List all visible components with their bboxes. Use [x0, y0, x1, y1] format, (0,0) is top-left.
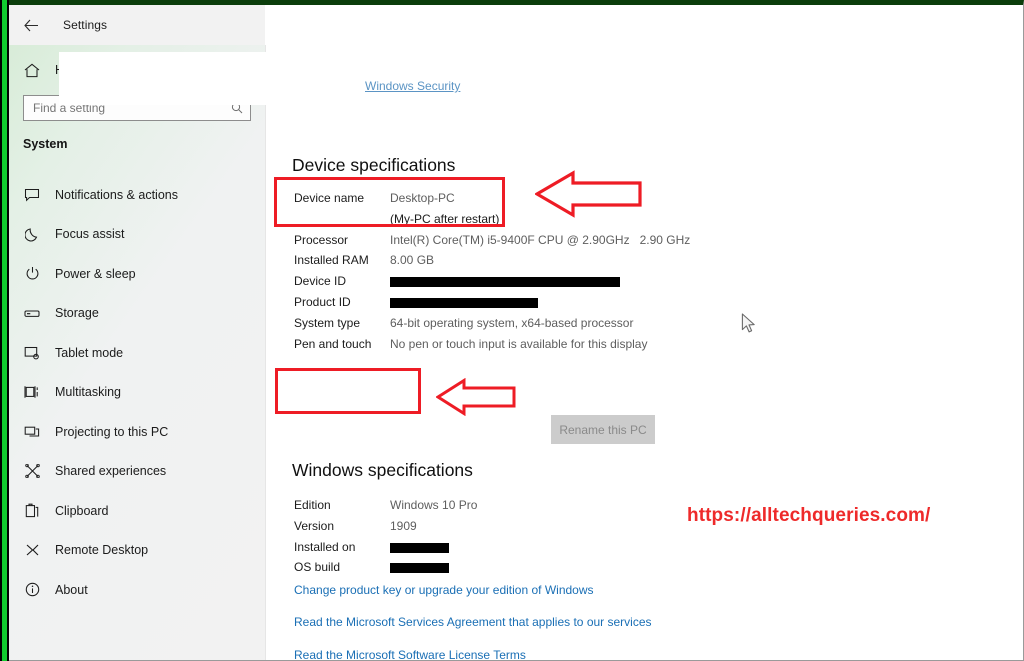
- windows-specifications-table: Edition Windows 10 Pro Version 1909 Inst…: [294, 498, 477, 581]
- highlight-box-rename-button: [275, 368, 421, 414]
- redaction-bar: [390, 563, 449, 574]
- software-license-terms-link[interactable]: Read the Microsoft Software License Term…: [294, 648, 526, 660]
- annotation-arrow-device-name: [535, 170, 642, 218]
- sidebar-item-focus-assist[interactable]: Focus assist: [9, 215, 265, 255]
- table-row: Installed on: [294, 540, 477, 561]
- screenshot-frame-green-edge: [0, 0, 9, 661]
- sidebar-item-projecting[interactable]: Projecting to this PC: [9, 412, 265, 452]
- sidebar-item-label: Notifications & actions: [55, 187, 178, 202]
- notification-icon: [9, 188, 55, 202]
- share-icon: [9, 464, 55, 479]
- change-product-key-link[interactable]: Change product key or upgrade your editi…: [294, 583, 594, 597]
- back-arrow-icon: [23, 19, 38, 31]
- spec-key: System type: [294, 315, 361, 330]
- sidebar-item-label: Tablet mode: [55, 345, 124, 360]
- table-row: Installed RAM 8.00 GB: [294, 253, 690, 274]
- remote-desktop-icon: [9, 543, 55, 557]
- table-row: Pen and touch No pen or touch input is a…: [294, 337, 690, 358]
- mouse-cursor: [741, 313, 755, 333]
- sidebar-item-storage[interactable]: Storage: [9, 294, 265, 334]
- sidebar-item-remote-desktop[interactable]: Remote Desktop: [9, 531, 265, 571]
- spec-key: Pen and touch: [294, 336, 372, 351]
- table-row: Processor Intel(R) Core(TM) i5-9400F CPU…: [294, 233, 690, 254]
- sidebar-item-label: Clipboard: [55, 503, 109, 518]
- titlebar-filler: [265, 5, 1023, 45]
- sidebar-item-label: About: [55, 582, 88, 597]
- spec-key: Installed on: [294, 539, 356, 554]
- sidebar-item-shared-experiences[interactable]: Shared experiences: [9, 452, 265, 492]
- spec-key: Product ID: [294, 294, 351, 309]
- spec-value: No pen or touch input is available for t…: [390, 336, 648, 351]
- navigation-pane: Home System Notifications & actions: [9, 45, 265, 660]
- table-row: Product ID: [294, 295, 690, 316]
- sidebar-item-label: Projecting to this PC: [55, 424, 169, 439]
- spec-key: Installed RAM: [294, 253, 369, 268]
- annotation-arrow-rename-button: [436, 378, 516, 416]
- redaction-bar: [390, 542, 449, 553]
- watermark-url: https://alltechqueries.com/: [687, 505, 931, 526]
- windows-security-link[interactable]: Windows Security: [365, 79, 460, 93]
- device-specifications-title: Device specifications: [292, 155, 456, 175]
- table-row: OS build: [294, 560, 477, 581]
- content-pane: Windows Security Device specifications D…: [265, 45, 1023, 660]
- tablet-icon: [9, 346, 55, 360]
- window-titlebar: Settings: [9, 5, 265, 45]
- spec-value: Intel(R) Core(TM) i5-9400F CPU @ 2.90GHz…: [390, 232, 691, 247]
- sidebar-item-label: Power & sleep: [55, 266, 136, 281]
- window-title: Settings: [63, 18, 108, 32]
- clipboard-icon: [9, 503, 55, 518]
- table-row: Device ID: [294, 274, 690, 295]
- highlight-box-device-name: [274, 177, 505, 227]
- sidebar-item-label: Multitasking: [55, 385, 121, 400]
- sidebar-item-notifications[interactable]: Notifications & actions: [9, 175, 265, 215]
- sidebar-item-power-sleep[interactable]: Power & sleep: [9, 254, 265, 294]
- moon-icon: [9, 227, 55, 242]
- spec-key: Version: [294, 518, 335, 533]
- sidebar-item-tablet-mode[interactable]: Tablet mode: [9, 333, 265, 373]
- sidebar-item-label: Remote Desktop: [55, 543, 149, 558]
- home-icon: [9, 63, 55, 78]
- spec-value: Windows 10 Pro: [390, 498, 478, 512]
- services-agreement-link[interactable]: Read the Microsoft Services Agreement th…: [294, 615, 652, 629]
- spec-key: OS build: [294, 560, 341, 575]
- spec-value: 1909: [390, 518, 417, 533]
- table-row: Version 1909: [294, 519, 477, 540]
- sidebar-item-label: Focus assist: [55, 227, 125, 242]
- spec-key: Device ID: [294, 274, 347, 289]
- spec-key: Processor: [294, 232, 349, 247]
- back-button[interactable]: [9, 9, 53, 41]
- sidebar-item-label: Storage: [55, 306, 99, 321]
- spec-key: Edition: [294, 498, 331, 512]
- sidebar-item-multitasking[interactable]: Multitasking: [9, 373, 265, 413]
- redaction-bar: [390, 297, 538, 308]
- nav-item-list: Notifications & actions Focus assist Pow…: [9, 175, 265, 610]
- storage-icon: [9, 308, 55, 319]
- info-icon: [9, 582, 55, 597]
- white-overlay-occluder: [59, 52, 355, 105]
- multitasking-icon: [9, 385, 55, 399]
- sidebar-item-about[interactable]: About: [9, 570, 265, 610]
- redaction-bar: [390, 277, 620, 288]
- projecting-icon: [9, 425, 55, 438]
- table-row: System type 64-bit operating system, x64…: [294, 316, 690, 337]
- sidebar-item-clipboard[interactable]: Clipboard: [9, 491, 265, 531]
- spec-value: 8.00 GB: [390, 253, 435, 268]
- nav-section-heading: System: [23, 137, 68, 151]
- rename-this-pc-button[interactable]: Rename this PC: [551, 415, 655, 444]
- power-icon: [9, 266, 55, 281]
- sidebar-item-label: Shared experiences: [55, 464, 167, 479]
- settings-window: Settings Home System: [9, 5, 1023, 660]
- spec-value: 64-bit operating system, x64-based proce…: [390, 315, 634, 330]
- windows-specifications-title: Windows specifications: [292, 460, 473, 480]
- table-row: Edition Windows 10 Pro: [294, 498, 477, 519]
